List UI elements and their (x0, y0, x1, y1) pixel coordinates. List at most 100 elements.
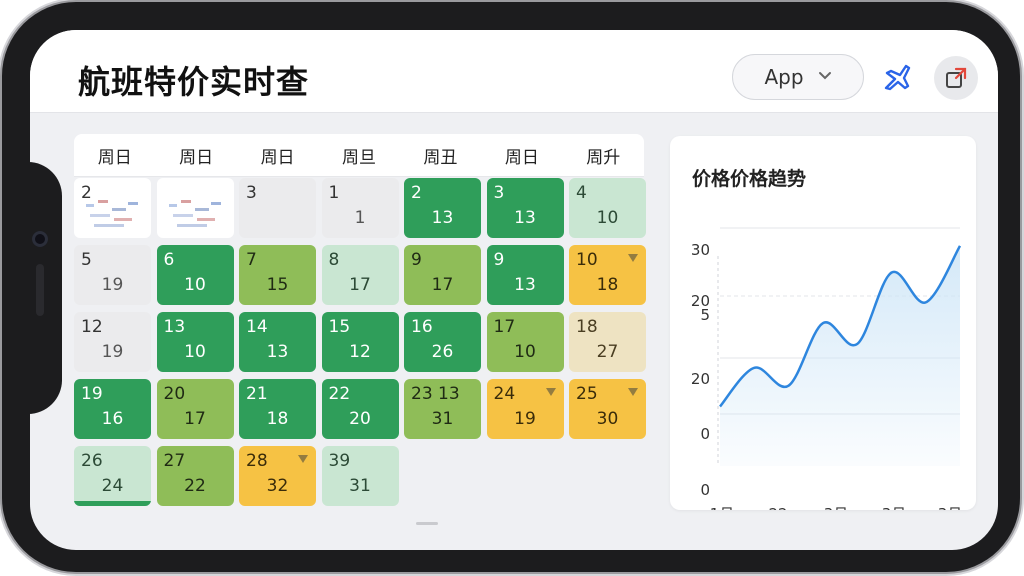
day-price: 10 (514, 342, 536, 362)
weekday-label: 周日 (179, 147, 214, 168)
day-number: 6 (163, 250, 175, 270)
calendar-grid: 2 3 1 1 2 13 3 13 4 10 5 19 6 10 7 15 8 17 9 17 9 13 10 18 12 19 1… (74, 178, 646, 506)
trend-area (720, 245, 960, 466)
day-price: 22 (184, 476, 206, 496)
calendar-day-cell[interactable]: 9 17 (404, 245, 481, 305)
day-number: 21 (246, 384, 268, 404)
day-price: 13 (431, 208, 454, 228)
calendar-day-cell[interactable]: 21 18 (239, 379, 316, 439)
calendar-day-cell[interactable]: 23 13 31 (404, 379, 481, 439)
day-number: 23 13 (411, 384, 460, 404)
share-button[interactable] (934, 56, 978, 100)
camera-notch (4, 162, 62, 414)
calendar-day-cell[interactable]: 3 13 (486, 178, 564, 238)
day-number: 1 (328, 183, 340, 203)
day-price: 20 (349, 409, 371, 429)
calendar-day-cell[interactable]: 6 10 (156, 245, 234, 305)
day-number: 24 (493, 384, 516, 404)
thumbnail-icon (168, 200, 221, 227)
calendar-day-cell[interactable]: 11 (321, 178, 399, 238)
weekday-label: 周升 (586, 147, 621, 168)
day-number: 26 (81, 451, 103, 471)
day-price: 17 (184, 409, 206, 429)
calendar-day-cell[interactable]: 16 26 (404, 312, 481, 372)
calendar-day-cell[interactable]: 18 27 (569, 312, 646, 372)
day-price: 19 (101, 342, 124, 362)
calendar-day-cell[interactable]: 22 20 (321, 379, 399, 439)
share-icon (946, 67, 967, 88)
day-price: 10 (184, 275, 206, 295)
day-price: 13 (514, 208, 536, 228)
day-number: 15 (328, 317, 351, 337)
day-number: 20 (163, 384, 186, 404)
calendar-day-cell[interactable]: 8 17 (321, 245, 399, 305)
x-tick-label: 3月 (882, 505, 907, 510)
calendar-day-cell[interactable]: 4 10 (569, 178, 646, 238)
price-alert-icon (545, 388, 556, 396)
weekday-label: 周日 (260, 147, 295, 168)
price-calendar: 周日 周日 周日 周旦 周丑 周日 周升 2 3 1 1 2 13 3 13 4 10 5 19 6 10… (74, 134, 646, 510)
calendar-day-cell[interactable]: 25 30 (569, 379, 646, 439)
day-price: 15 (266, 275, 289, 295)
day-price: 32 (266, 476, 289, 496)
weekday-label: 周日 (504, 147, 539, 168)
calendar-day-cell[interactable]: 5 19 (74, 245, 151, 305)
calendar-day-cell[interactable]: 10 18 (569, 245, 646, 305)
calendar-day-cell[interactable]: 7 15 (239, 245, 316, 305)
day-number: 14 (246, 317, 268, 337)
plane-icon[interactable] (882, 62, 912, 92)
trend-chart: 3020520001月223月3月3月 (691, 227, 963, 510)
calendar-day-cell[interactable]: 2 (74, 178, 151, 238)
day-price: 12 (349, 342, 371, 362)
top-bar: 航班特价实时查 App (30, 30, 998, 113)
day-number: 18 (576, 317, 598, 337)
day-number: 5 (81, 250, 92, 270)
calendar-day-cell[interactable]: 20 17 (156, 379, 234, 439)
day-price: 10 (596, 208, 619, 228)
day-number: 7 (246, 250, 257, 270)
app-dropdown-button[interactable]: App (732, 54, 864, 100)
price-trend-card: 价格价格趋势 3020520001月223月3月3月 (670, 136, 976, 510)
calendar-day-cell[interactable]: 15 12 (321, 312, 399, 372)
page-indicator (416, 522, 438, 525)
selected-indicator (74, 501, 151, 506)
day-price: 24 (101, 476, 124, 496)
day-price: 19 (514, 409, 536, 429)
weekday-label: 周旦 (341, 147, 376, 168)
day-price: 17 (349, 275, 371, 295)
day-price: 27 (596, 342, 619, 362)
calendar-day-cell[interactable]: 2 13 (404, 178, 481, 238)
chevron-down-icon (818, 69, 832, 85)
calendar-day-cell[interactable]: 12 19 (74, 312, 151, 372)
calendar-day-cell[interactable]: 24 19 (486, 379, 564, 439)
calendar-day-cell[interactable]: 17 10 (486, 312, 564, 372)
calendar-day-cell[interactable]: 27 22 (156, 446, 234, 506)
calendar-day-cell[interactable]: 26 24 (74, 446, 151, 506)
price-alert-icon (628, 388, 638, 396)
calendar-day-cell[interactable]: 9 13 (486, 245, 564, 305)
calendar-day-cell[interactable]: 39 31 (321, 446, 399, 506)
weekday-label: 周日 (97, 147, 132, 168)
day-price: 17 (431, 275, 454, 295)
calendar-day-cell[interactable]: 14 13 (239, 312, 316, 372)
day-price: 30 (596, 409, 619, 429)
day-price: 10 (184, 342, 206, 362)
calendar-day-cell[interactable]: 13 10 (156, 312, 234, 372)
day-number: 12 (81, 317, 103, 337)
speaker-slot (36, 264, 44, 316)
day-price: 13 (266, 342, 289, 362)
day-price: 31 (431, 409, 454, 429)
y-tick-label: 20 (691, 370, 710, 388)
day-price: 13 (514, 275, 536, 295)
x-tick-label: 3月 (938, 505, 963, 510)
calendar-day-cell[interactable]: 19 16 (74, 379, 151, 439)
day-price: 18 (266, 409, 289, 429)
day-price: 16 (101, 409, 124, 429)
calendar-day-cell[interactable] (156, 178, 234, 238)
calendar-day-cell[interactable]: 28 32 (239, 446, 316, 506)
calendar-day-cell[interactable]: 3 (239, 178, 316, 238)
day-number: 8 (328, 250, 340, 270)
app-dropdown-label: App (764, 65, 804, 89)
x-tick-label: 1月 (710, 505, 735, 510)
day-price: 1 (354, 208, 366, 228)
